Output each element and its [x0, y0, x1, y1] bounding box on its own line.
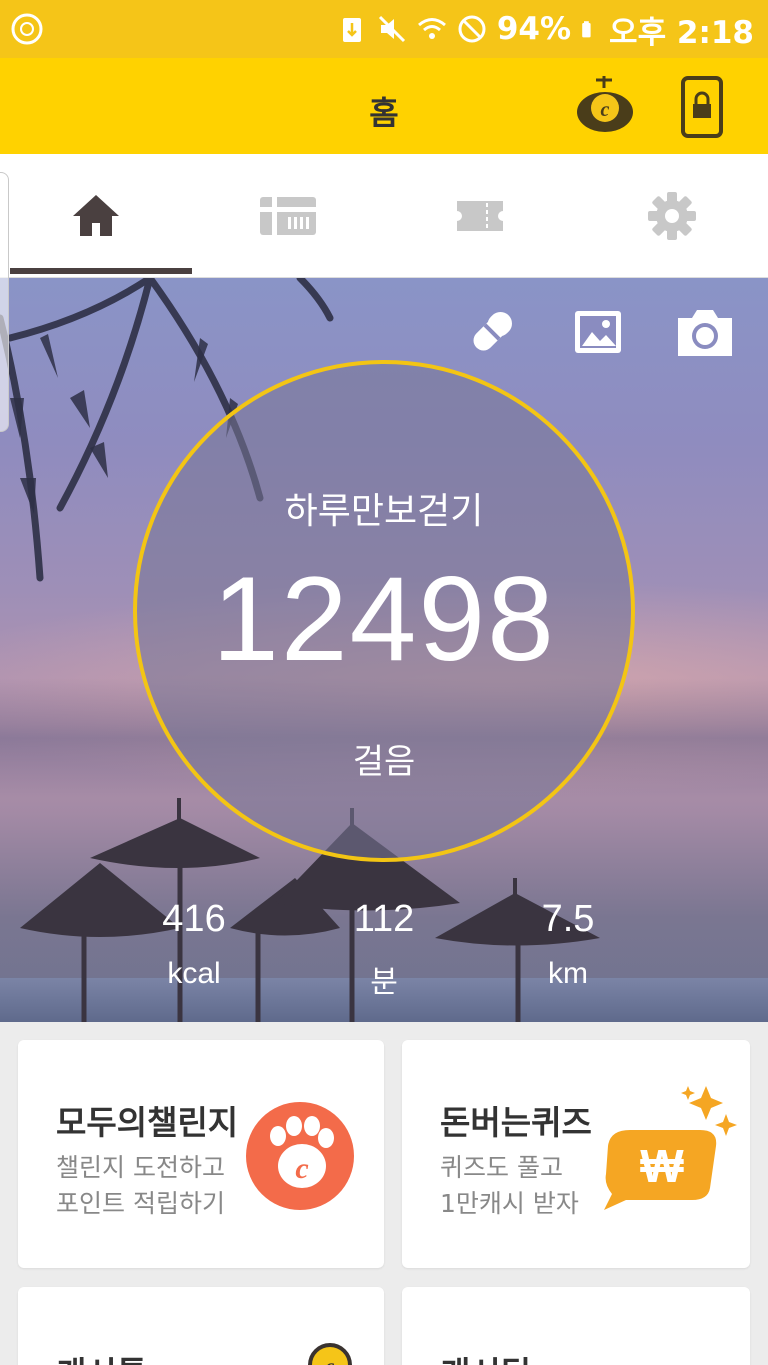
tab-indicator — [10, 268, 192, 274]
blocked-icon — [458, 15, 486, 43]
phone-lock-icon[interactable] — [680, 76, 724, 138]
card-title: 캐시딜 — [440, 1347, 531, 1365]
distance-value: 7.5 — [541, 898, 595, 940]
ticket-icon — [457, 201, 503, 231]
status-bar: 94% 오후 2:18 — [0, 0, 768, 58]
tab-home[interactable] — [0, 154, 192, 278]
tab-ticket[interactable] — [384, 154, 576, 278]
page-title: 홈 — [369, 94, 399, 132]
svg-text:₩: ₩ — [640, 1140, 684, 1192]
home-icon — [73, 195, 119, 236]
gift-card-icon — [260, 197, 316, 235]
app-notification-icon — [11, 13, 43, 45]
cash-coin-icon[interactable]: c — [574, 74, 636, 136]
clock: 오후 2:18 — [609, 14, 754, 51]
camera-icon[interactable] — [674, 304, 736, 360]
card-subtitle: 1만캐시 받자 — [440, 1189, 579, 1218]
quiz-card[interactable]: ₩ 돈버는퀴즈 퀴즈도 풀고 1만캐시 받자 — [402, 1040, 750, 1268]
minutes-unit: 분 — [370, 966, 398, 999]
calories-unit: kcal — [167, 957, 221, 990]
wifi-icon — [417, 18, 446, 39]
app-bar: 홈 c — [0, 58, 768, 154]
paw-icon: c — [246, 1102, 354, 1210]
tab-settings[interactable] — [576, 154, 768, 278]
step-ring[interactable]: 하루만보걷기 12498 걸음 — [133, 360, 635, 862]
card-title: 캐시톡 — [56, 1347, 147, 1365]
card-subtitle: 챌린지 도전하고 — [56, 1153, 225, 1182]
stat-distance: 7.5 km — [488, 898, 648, 991]
edge-panel-handle[interactable] — [0, 172, 9, 432]
minutes-value: 112 — [353, 898, 415, 940]
svg-text:c: c — [601, 99, 610, 121]
battery-percent: 94% — [496, 11, 572, 47]
hero-background: 하루만보걷기 12498 걸음 416 kcal 112 분 7.5 km — [0, 278, 768, 1022]
card-title: 돈버는퀴즈 — [440, 1103, 592, 1142]
gallery-icon[interactable] — [572, 306, 624, 358]
calories-value: 416 — [162, 898, 226, 940]
stat-calories: 416 kcal — [114, 898, 274, 991]
usb-icon — [342, 18, 361, 42]
won-sparkle-icon: ₩ — [604, 1086, 737, 1210]
svg-text:c: c — [326, 1356, 335, 1365]
distance-unit: km — [548, 957, 588, 990]
cashtalk-card[interactable]: c 캐시톡 — [18, 1287, 384, 1365]
coin-icon: c — [308, 1343, 352, 1365]
step-unit: 걸음 — [352, 742, 416, 782]
card-title: 모두의챌린지 — [56, 1103, 239, 1142]
card-subtitle: 퀴즈도 풀고 — [440, 1153, 563, 1182]
card-subtitle: 포인트 적립하기 — [56, 1189, 225, 1218]
tab-gift-card[interactable] — [192, 154, 384, 278]
stat-minutes: 112 분 — [304, 898, 464, 1001]
cashdeal-card[interactable]: 캐시딜 — [402, 1287, 750, 1365]
battery-icon — [582, 21, 591, 38]
goal-label: 하루만보걷기 — [284, 491, 484, 532]
step-count: 12498 — [212, 552, 556, 686]
tab-bar — [0, 154, 768, 278]
gear-icon — [648, 192, 696, 240]
challenge-card[interactable]: c 모두의챌린지 챌린지 도전하고 포인트 적립하기 — [18, 1040, 384, 1268]
svg-text:c: c — [295, 1152, 308, 1185]
mute-icon — [378, 15, 405, 43]
pill-icon[interactable] — [466, 306, 518, 358]
